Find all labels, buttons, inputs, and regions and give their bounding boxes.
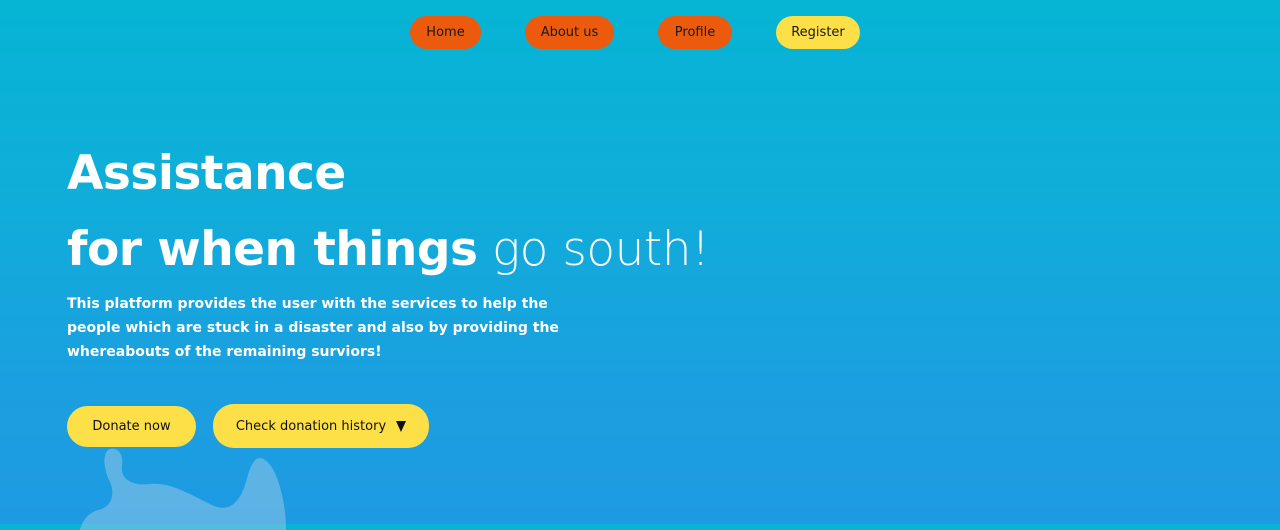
caret-down-icon [396, 420, 407, 432]
heading-line-2-bold: for when things [67, 222, 478, 277]
nav-about-button[interactable]: About us [525, 16, 614, 49]
check-donation-history-label: Check donation history [235, 418, 387, 434]
nav-home-label: Home [426, 25, 465, 40]
heading-line-1: Assistance [67, 146, 346, 201]
top-nav: Home About us Profile Register [0, 16, 1280, 50]
hero-description: This platform provides the user with the… [67, 296, 559, 360]
donate-now-label: Donate now [92, 419, 171, 434]
heading-line-2: for when things go south! [67, 220, 710, 280]
nav-register-label: Register [791, 25, 845, 40]
heading-line-2-light: go south! [491, 222, 710, 277]
illustration-shape [80, 448, 286, 530]
nav-home-button[interactable]: Home [410, 16, 481, 49]
nav-profile-label: Profile [674, 25, 716, 40]
nav-profile-button[interactable]: Profile [658, 16, 732, 49]
nav-register-button[interactable]: Register [776, 16, 860, 49]
nav-about-label: About us [540, 25, 599, 40]
